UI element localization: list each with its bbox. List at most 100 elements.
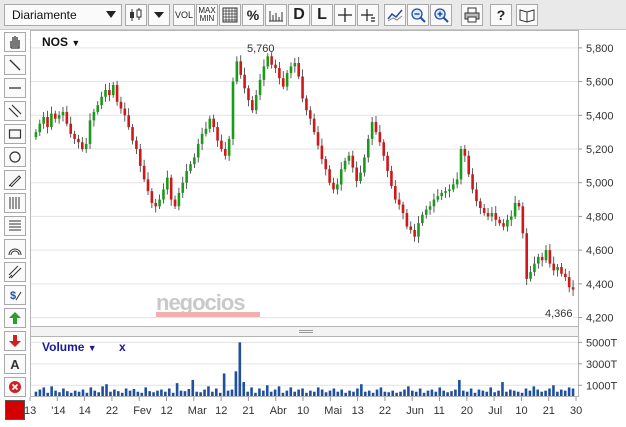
candle-body bbox=[374, 122, 378, 133]
candle-body bbox=[251, 100, 254, 111]
x-axis-label: 10 bbox=[515, 405, 527, 417]
candle-body bbox=[366, 138, 370, 158]
candle-body bbox=[46, 116, 49, 128]
volume-bar bbox=[559, 389, 563, 396]
volume-bar bbox=[563, 390, 567, 396]
volume-bar bbox=[552, 385, 555, 396]
volume-bar bbox=[113, 389, 116, 396]
volume-bar bbox=[69, 392, 73, 396]
volume-bar bbox=[38, 389, 42, 396]
volume-bar bbox=[316, 387, 320, 396]
volume-bar bbox=[509, 389, 512, 396]
volume-bar bbox=[50, 386, 53, 396]
candle-body bbox=[142, 165, 146, 180]
x-axis-label: 22 bbox=[379, 405, 391, 417]
volume-bar bbox=[340, 389, 344, 396]
y-axis-label: 5,200 bbox=[586, 144, 614, 156]
candle-body bbox=[459, 149, 463, 180]
volume-bar bbox=[305, 392, 308, 396]
volume-bar bbox=[465, 391, 469, 396]
volume-bar bbox=[450, 391, 453, 396]
y-axis-label: 5,400 bbox=[586, 110, 614, 122]
x-axis-label: 21 bbox=[543, 405, 555, 417]
volume-bar bbox=[93, 390, 97, 396]
volume-bar bbox=[446, 392, 449, 396]
ticker-symbol: NOS bbox=[42, 35, 69, 49]
volume-bar bbox=[81, 389, 85, 396]
candle-body bbox=[270, 56, 273, 65]
volume-bar bbox=[320, 389, 324, 396]
candle-body bbox=[471, 174, 474, 190]
volume-bar bbox=[167, 388, 171, 396]
volume-bar bbox=[120, 392, 124, 396]
volume-bar bbox=[481, 390, 485, 396]
candle-body bbox=[428, 206, 432, 210]
volume-indicator-selector[interactable]: Volume ▼ bbox=[42, 340, 97, 354]
x-axis-label: Mar bbox=[188, 405, 207, 417]
volume-bar bbox=[520, 392, 524, 396]
candle-body bbox=[223, 149, 227, 156]
candle-body bbox=[351, 155, 355, 168]
volume-bar bbox=[238, 342, 242, 396]
candle-body bbox=[506, 219, 509, 227]
y-axis-label: 4,400 bbox=[586, 279, 614, 291]
candle-body bbox=[513, 202, 517, 217]
volume-bar bbox=[156, 390, 159, 396]
last-price-label: 4,366 bbox=[545, 308, 573, 320]
candle-body bbox=[359, 172, 362, 182]
candle-body bbox=[185, 170, 188, 183]
candle-body bbox=[189, 164, 192, 171]
volume-bar bbox=[203, 389, 206, 396]
volume-bar bbox=[387, 392, 391, 396]
candle-body bbox=[81, 142, 84, 149]
x-axis-label: Abr bbox=[270, 405, 287, 417]
close-volume-button[interactable]: x bbox=[119, 340, 126, 354]
candle-body bbox=[100, 96, 103, 106]
candle-body bbox=[305, 98, 308, 111]
volume-bar bbox=[199, 392, 202, 396]
volume-bar bbox=[234, 371, 238, 396]
volume-bar bbox=[58, 392, 61, 396]
volume-bar bbox=[348, 390, 351, 396]
candle-body bbox=[297, 63, 301, 77]
ticker-selector[interactable]: NOS ▼ bbox=[42, 35, 80, 49]
period-high-label: 5,760 bbox=[247, 43, 275, 55]
volume-bar bbox=[254, 392, 257, 396]
volume-bar bbox=[66, 391, 69, 396]
volume-bar bbox=[289, 387, 293, 396]
candle-body bbox=[386, 155, 389, 171]
volume-bar bbox=[352, 391, 355, 396]
volume-bar bbox=[175, 383, 179, 396]
volume-bar bbox=[301, 388, 304, 396]
volume-bar bbox=[469, 388, 473, 396]
volume-bar bbox=[132, 389, 136, 396]
candle-body bbox=[378, 132, 382, 143]
candle-body bbox=[69, 123, 73, 134]
volume-bar bbox=[426, 390, 430, 396]
volume-bar bbox=[556, 391, 559, 396]
volume-bar bbox=[438, 387, 442, 396]
volume-bar bbox=[195, 391, 198, 396]
volume-bar bbox=[391, 390, 395, 396]
candle-body bbox=[421, 214, 424, 224]
volume-bar bbox=[281, 392, 285, 396]
volume-bar bbox=[375, 389, 379, 396]
volume-bar bbox=[250, 387, 253, 396]
volume-bar bbox=[422, 392, 426, 396]
x-axis-label: Jun bbox=[406, 405, 424, 417]
candle-body bbox=[544, 250, 548, 261]
candle-body bbox=[444, 191, 447, 193]
volume-bar bbox=[160, 389, 163, 396]
candle-body bbox=[227, 138, 231, 156]
volume-bar bbox=[136, 391, 140, 396]
candle-body bbox=[127, 115, 130, 128]
candle-body bbox=[455, 179, 459, 185]
candle-body bbox=[212, 118, 215, 128]
candle-body bbox=[316, 132, 320, 146]
volume-bar bbox=[309, 390, 312, 396]
x-axis-label: 13 bbox=[24, 405, 36, 417]
x-axis-label: Fev bbox=[133, 405, 152, 417]
candle-body bbox=[355, 167, 358, 182]
volume-bar bbox=[505, 391, 508, 396]
y-axis-label: 5,600 bbox=[586, 77, 614, 89]
